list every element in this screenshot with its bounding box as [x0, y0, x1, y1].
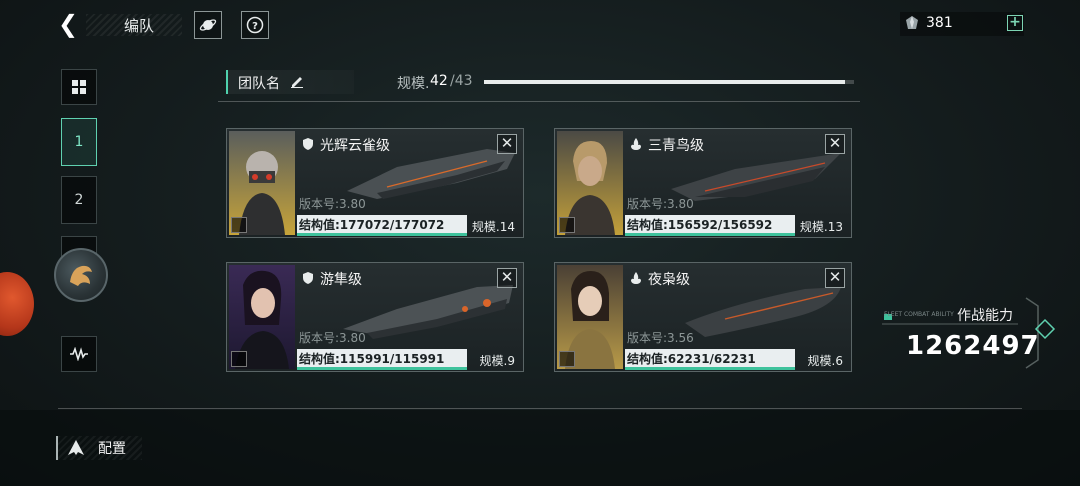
class-badge — [559, 217, 575, 233]
structure-value: 结构值:156592/156592 — [627, 218, 773, 232]
remove-ship-button[interactable]: ✕ — [497, 134, 517, 154]
structure-fill — [625, 367, 795, 370]
combat-power-value: 1262497 — [906, 331, 1040, 361]
flame-icon — [631, 138, 641, 150]
grid-icon — [72, 80, 86, 94]
structure-fill — [297, 367, 467, 370]
team-slot-label: 2 — [74, 192, 84, 208]
crystal-icon — [906, 16, 918, 29]
diamond-icon — [1034, 318, 1056, 340]
divider — [218, 101, 860, 102]
scale-label: 规模. — [397, 76, 430, 92]
ship-card-4[interactable]: 夜枭级 ✕ 版本号:3.56 结构值:62231/62231 规模.6 — [554, 262, 852, 372]
ship-version: 版本号:3.80 — [627, 197, 694, 211]
team-slot-label: 1 — [74, 134, 84, 150]
ship-scale: 规模.6 — [807, 354, 843, 368]
ship-scale: 规模.13 — [799, 220, 843, 234]
team-name: 团队名 — [238, 76, 280, 92]
team-slot-1[interactable]: 1 — [61, 118, 97, 166]
structure-value: 结构值:62231/62231 — [627, 352, 756, 366]
ship-card-2[interactable]: 三青鸟级 ✕ 版本号:3.80 结构值:156592/156592 规模.13 — [554, 128, 852, 238]
ship-scale: 规模.9 — [479, 354, 515, 368]
ship-version: 版本号:3.56 — [627, 331, 694, 345]
scale-current: 42 — [430, 73, 448, 89]
currency-value: 381 — [926, 15, 953, 31]
add-currency-button[interactable]: + — [1007, 15, 1023, 31]
combat-power-subtitle: FLEET COMBAT ABILITY — [884, 311, 954, 318]
grid-view-button[interactable] — [61, 69, 97, 105]
help-button[interactable]: ? — [241, 11, 269, 39]
svg-text:?: ? — [252, 21, 258, 32]
ship-card-3[interactable]: 游隼级 ✕ 版本号:3.80 结构值:115991/115991 规模.9 — [226, 262, 524, 372]
class-badge — [231, 217, 247, 233]
bottom-divider — [58, 408, 1022, 409]
structure-value: 结构值:177072/177072 — [299, 218, 445, 232]
page-title: 编队 — [124, 17, 155, 35]
scale-fill — [484, 80, 845, 84]
ship-version: 版本号:3.80 — [299, 197, 366, 211]
edit-icon[interactable] — [290, 74, 304, 88]
combat-power-title: 作战能力 — [957, 308, 1013, 324]
ship-card-1[interactable]: 光辉云雀级 ✕ 版本号:3.80 结构值:177072/177072 规模.14 — [226, 128, 524, 238]
class-badge — [559, 351, 575, 367]
fleet-icon — [68, 440, 84, 455]
mascot-icon — [70, 265, 92, 286]
shield-icon — [303, 272, 313, 284]
bottom-bar — [0, 410, 1080, 486]
waveform-icon — [70, 347, 88, 361]
shield-icon — [303, 138, 313, 150]
question-icon: ? — [246, 16, 264, 34]
back-button[interactable]: ❮ — [55, 12, 81, 38]
planet-button[interactable] — [194, 11, 222, 39]
floating-avatar-button[interactable] — [54, 248, 108, 302]
remove-ship-button[interactable]: ✕ — [497, 268, 517, 288]
remove-ship-button[interactable]: ✕ — [825, 134, 845, 154]
structure-fill — [297, 233, 467, 236]
ship-version: 版本号:3.80 — [299, 331, 366, 345]
waveform-button[interactable] — [61, 336, 97, 372]
floating-assistant-bubble[interactable] — [0, 272, 34, 336]
planet-icon — [199, 19, 217, 31]
ship-scale: 规模.14 — [471, 220, 515, 234]
remove-ship-button[interactable]: ✕ — [825, 268, 845, 288]
structure-value: 结构值:115991/115991 — [299, 352, 445, 366]
team-slot-2[interactable]: 2 — [61, 176, 97, 224]
scale-max: /43 — [450, 73, 473, 89]
structure-fill — [625, 233, 795, 236]
config-label: 配置 — [98, 441, 126, 457]
flame-icon — [631, 272, 641, 284]
class-badge — [231, 351, 247, 367]
